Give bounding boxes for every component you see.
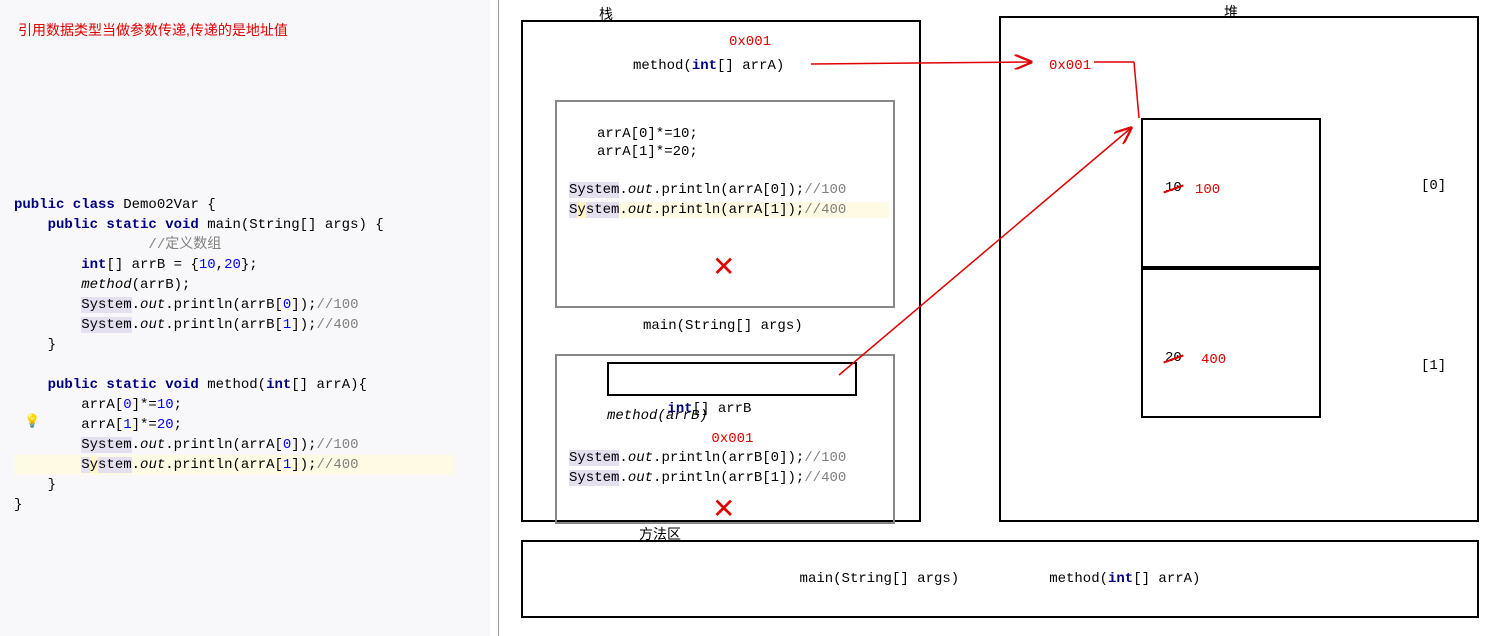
source-code: public class Demo02Var { public static v… bbox=[14, 175, 454, 535]
method-line-arrA0: arrA[0]*=10; bbox=[597, 126, 698, 142]
heap-region: 0x001 10 100 [0] 20 400 [1] bbox=[999, 16, 1479, 522]
method-line-arrA1: arrA[1]*=20; bbox=[597, 144, 698, 160]
main-frame: method(arrB) System.out.println(arrB[0])… bbox=[555, 354, 895, 524]
method-signature: method(int[] arrA) bbox=[633, 58, 784, 74]
array-cell-0-old: 10 bbox=[1165, 180, 1182, 196]
main-line-call-method: method(arrB) bbox=[607, 408, 708, 424]
array-cell-0: 10 100 bbox=[1141, 118, 1321, 268]
lightbulb-icon: 💡 bbox=[24, 414, 40, 429]
method-line-printA1: System.out.println(arrA[1]);//400 bbox=[569, 202, 889, 218]
array-cell-0-new: 100 bbox=[1195, 182, 1220, 198]
method-area-region: main(String[] args) method(int[] arrA) bbox=[521, 540, 1479, 618]
array-cell-1: 20 400 bbox=[1141, 268, 1321, 418]
code-panel: 引用数据类型当做参数传递,传递的是地址值 public class Demo02… bbox=[0, 0, 490, 636]
method-frame-deleted-icon: ✕ bbox=[712, 250, 735, 285]
main-line-printB1: System.out.println(arrB[1]);//400 bbox=[569, 470, 846, 486]
main-line-printB0: System.out.println(arrB[0]);//100 bbox=[569, 450, 846, 466]
main-frame-deleted-icon: ✕ bbox=[712, 492, 735, 527]
method-area-main: main(String[] args) bbox=[800, 571, 960, 587]
array-cell-1-old: 20 bbox=[1165, 350, 1182, 366]
heap-object-address: 0x001 bbox=[1049, 58, 1091, 74]
array-cell-1-new: 400 bbox=[1201, 352, 1226, 368]
code-comment: //定义数组 bbox=[81, 237, 221, 253]
main-signature: main(String[] args) bbox=[643, 318, 803, 334]
stack-region: 0x001 method(int[] arrA) arrA[0]*=10; ar… bbox=[521, 20, 921, 522]
diagram-title: 引用数据类型当做参数传递,传递的是地址值 bbox=[18, 20, 288, 40]
array-index-0: [0] bbox=[1421, 178, 1446, 194]
method-area-method: method(int[] arrA) bbox=[1049, 571, 1200, 587]
method-line-printA0: System.out.println(arrA[0]);//100 bbox=[569, 182, 846, 198]
method-frame: arrA[0]*=10; arrA[1]*=20; System.out.pri… bbox=[555, 100, 895, 308]
array-index-1: [1] bbox=[1421, 358, 1446, 374]
method-param-address: 0x001 bbox=[729, 34, 771, 50]
memory-diagram: 栈 堆 方法区 0x001 method(int[] arrA) arrA[0]… bbox=[498, 0, 1489, 636]
